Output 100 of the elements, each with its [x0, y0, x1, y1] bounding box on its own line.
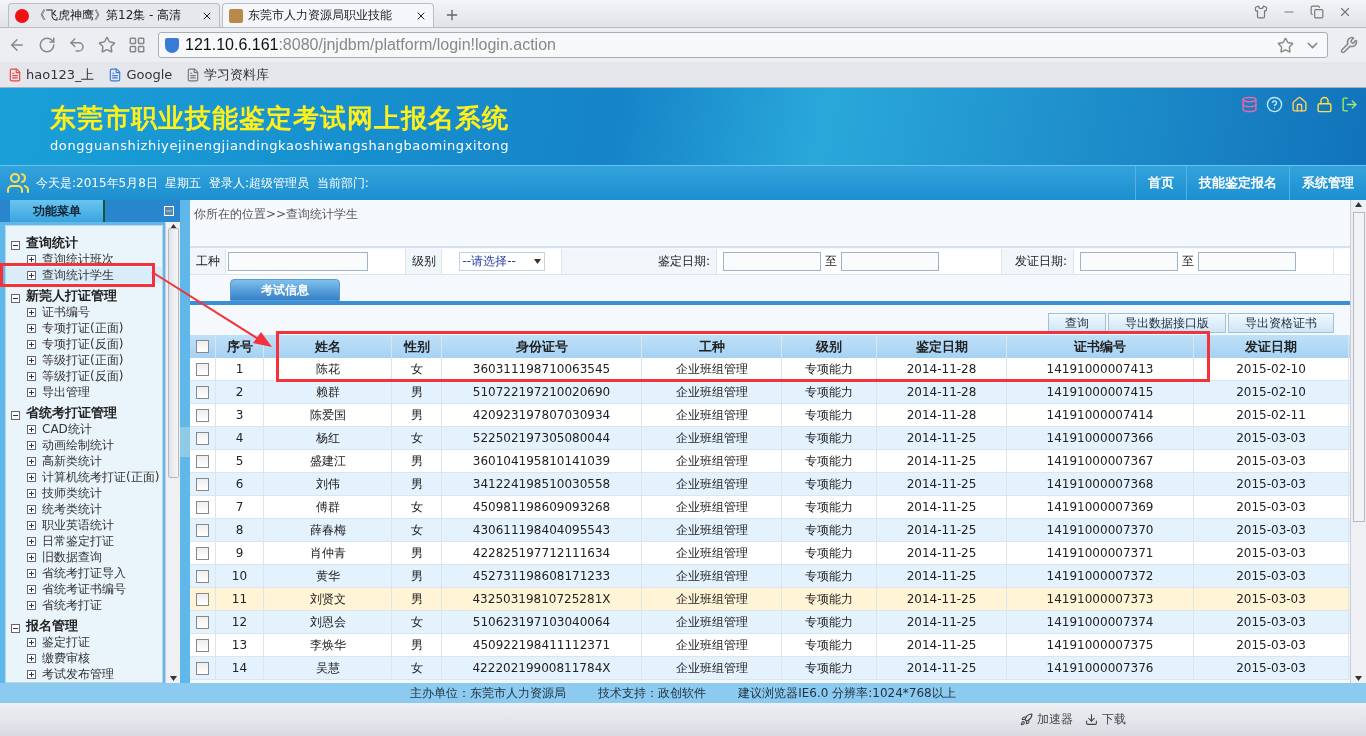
date-input[interactable]: [1198, 252, 1296, 271]
menu-item[interactable]: 等级打证(正面): [6, 352, 162, 368]
checkbox[interactable]: [196, 569, 209, 583]
expand-icon[interactable]: [27, 505, 36, 514]
grid-icon[interactable]: [128, 36, 146, 54]
table-row[interactable]: 2 赖群 男 510722197210020690 企业班组管理 专项能力 2014-11-28 14191000007415 2015-02-10: [190, 381, 1350, 404]
expand-icon[interactable]: [27, 473, 36, 482]
bookmark-link[interactable]: hao123_上: [8, 65, 95, 84]
menu-item[interactable]: 专项打证(反面): [6, 336, 162, 352]
date-input[interactable]: [1080, 252, 1178, 271]
expand-icon[interactable]: [27, 601, 36, 610]
menu-item[interactable]: 统考类统计: [6, 501, 162, 517]
checkbox[interactable]: [196, 340, 209, 353]
expand-icon[interactable]: [27, 441, 36, 450]
table-row[interactable]: 13 李焕华 男 450922198411112371 企业班组管理 专项能力 2014-11-25 14191000007375 2015-03-03: [190, 634, 1350, 657]
menu-group[interactable]: 报名管理: [26, 617, 78, 635]
expand-icon[interactable]: [27, 521, 36, 530]
address-field[interactable]: 121.10.6.161:8080/jnjdbm/platform/login!login.action: [158, 32, 1328, 58]
menu-item[interactable]: 省统考打证导入: [6, 565, 162, 581]
dropdown-icon[interactable]: [533, 259, 541, 264]
date-input[interactable]: [841, 252, 939, 271]
menu-item[interactable]: 省统考证书编号: [6, 581, 162, 597]
table-row[interactable]: 9 肖仲青 男 422825197712111634 企业班组管理 专项能力 2014-11-25 14191000007371 2015-03-03: [190, 542, 1350, 565]
checkbox[interactable]: [196, 477, 209, 491]
status-button[interactable]: 加速器: [1020, 711, 1073, 728]
skin-icon[interactable]: [1254, 4, 1268, 19]
settings-icon[interactable]: [1340, 36, 1358, 54]
new-tab-icon[interactable]: [444, 7, 460, 23]
expand-icon[interactable]: [27, 489, 36, 498]
table-row[interactable]: 7 傅群 女 450981198609093268 企业班组管理 专项能力 2014-11-25 14191000007369 2015-03-03: [190, 496, 1350, 519]
expand-icon[interactable]: [27, 553, 36, 562]
scrollbar[interactable]: [165, 222, 180, 683]
checkbox[interactable]: [196, 523, 209, 537]
menu-item[interactable]: 证书编号: [6, 304, 162, 320]
refresh-icon[interactable]: [38, 36, 56, 54]
checkbox[interactable]: [196, 454, 209, 468]
menu-item[interactable]: 技师类统计: [6, 485, 162, 501]
star-icon[interactable]: [98, 36, 116, 54]
help-icon[interactable]: [1266, 96, 1283, 113]
checkbox[interactable]: [196, 431, 209, 445]
expand-icon[interactable]: [27, 388, 36, 397]
table-row[interactable]: 8 薛春梅 女 430611198404095543 企业班组管理 专项能力 2014-11-25 14191000007370 2015-03-03: [190, 519, 1350, 542]
menu-item[interactable]: 鉴定打证: [6, 634, 162, 650]
menu-item[interactable]: 动画绘制统计: [6, 437, 162, 453]
expand-icon[interactable]: [27, 425, 36, 434]
checkbox[interactable]: [196, 661, 209, 675]
scroll-down-icon[interactable]: [169, 676, 177, 681]
restore-icon[interactable]: [1310, 4, 1324, 19]
checkbox[interactable]: [196, 500, 209, 514]
expand-icon[interactable]: [27, 638, 36, 647]
menu-item[interactable]: 计算机统考打证(正面): [6, 469, 162, 485]
scrollbar[interactable]: [1350, 200, 1366, 683]
expand-icon[interactable]: [27, 271, 36, 280]
menu-group[interactable]: 查询统计: [26, 234, 78, 252]
bookmark-link[interactable]: Google: [108, 67, 173, 82]
toolbar-button[interactable]: 导出资格证书: [1228, 313, 1334, 333]
menu-item[interactable]: 等级打证(反面): [6, 368, 162, 384]
table-row[interactable]: 11 刘贤文 男 43250319810725281X 企业班组管理 专项能力 2014-11-25 14191000007373 2015-03-03: [190, 588, 1350, 611]
table-row[interactable]: 10 黄华 男 452731198608171233 企业班组管理 专项能力 2014-11-25 14191000007372 2015-03-03: [190, 565, 1350, 588]
toolbar-button[interactable]: 导出数据接口版: [1108, 313, 1226, 333]
menu-item[interactable]: 高新类统计: [6, 453, 162, 469]
menu-item[interactable]: 旧数据查询: [6, 549, 162, 565]
expand-icon[interactable]: [27, 356, 36, 365]
menu-item[interactable]: 日常鉴定打证: [6, 533, 162, 549]
home-icon[interactable]: [1291, 96, 1308, 113]
scroll-down-icon[interactable]: [1355, 676, 1362, 681]
expand-icon[interactable]: [27, 569, 36, 578]
undo-icon[interactable]: [68, 36, 86, 54]
checkbox[interactable]: [196, 592, 209, 606]
expand-icon[interactable]: [27, 670, 36, 679]
menu-item[interactable]: 缴费审核: [6, 650, 162, 666]
expand-icon[interactable]: [27, 324, 36, 333]
date-input[interactable]: [723, 252, 821, 271]
table-row[interactable]: 4 杨红 女 522502197305080044 企业班组管理 专项能力 2014-11-25 14191000007366 2015-03-03: [190, 427, 1350, 450]
menu-group[interactable]: 新莞人打证管理: [26, 287, 117, 305]
expand-icon[interactable]: [27, 654, 36, 663]
table-row[interactable]: 3 陈爱国 男 420923197807030934 企业班组管理 专项能力 2014-11-28 14191000007414 2015-02-11: [190, 404, 1350, 427]
menu-item[interactable]: 专项打证(正面): [6, 320, 162, 336]
collapse-icon[interactable]: [11, 240, 20, 250]
checkbox[interactable]: [196, 615, 209, 629]
back-icon[interactable]: [8, 36, 26, 54]
bookmark-link[interactable]: 学习资料库: [186, 65, 270, 84]
toolbar-button[interactable]: 查询: [1048, 313, 1106, 333]
expand-icon[interactable]: [27, 372, 36, 381]
menu-item[interactable]: 查询统计学生: [6, 267, 162, 283]
table-row[interactable]: 5 盛建江 男 360104195810141039 企业班组管理 专项能力 2014-11-25 14191000007367 2015-03-03: [190, 450, 1350, 473]
expand-icon[interactable]: [27, 255, 36, 264]
lock-icon[interactable]: [1316, 96, 1333, 113]
status-button[interactable]: 下载: [1085, 711, 1126, 728]
expand-icon[interactable]: [27, 340, 36, 349]
checkbox[interactable]: [196, 362, 209, 376]
checkbox[interactable]: [196, 638, 209, 652]
scroll-up-icon[interactable]: [1355, 202, 1362, 207]
expand-icon[interactable]: [27, 537, 36, 546]
job-input[interactable]: [228, 252, 368, 271]
checkbox[interactable]: [196, 408, 209, 422]
menu-item[interactable]: 职业英语统计: [6, 517, 162, 533]
star-icon[interactable]: [1277, 36, 1294, 54]
browser-tab[interactable]: 东莞市人力资源局职业技能: [222, 3, 434, 27]
expand-icon[interactable]: [27, 308, 36, 317]
